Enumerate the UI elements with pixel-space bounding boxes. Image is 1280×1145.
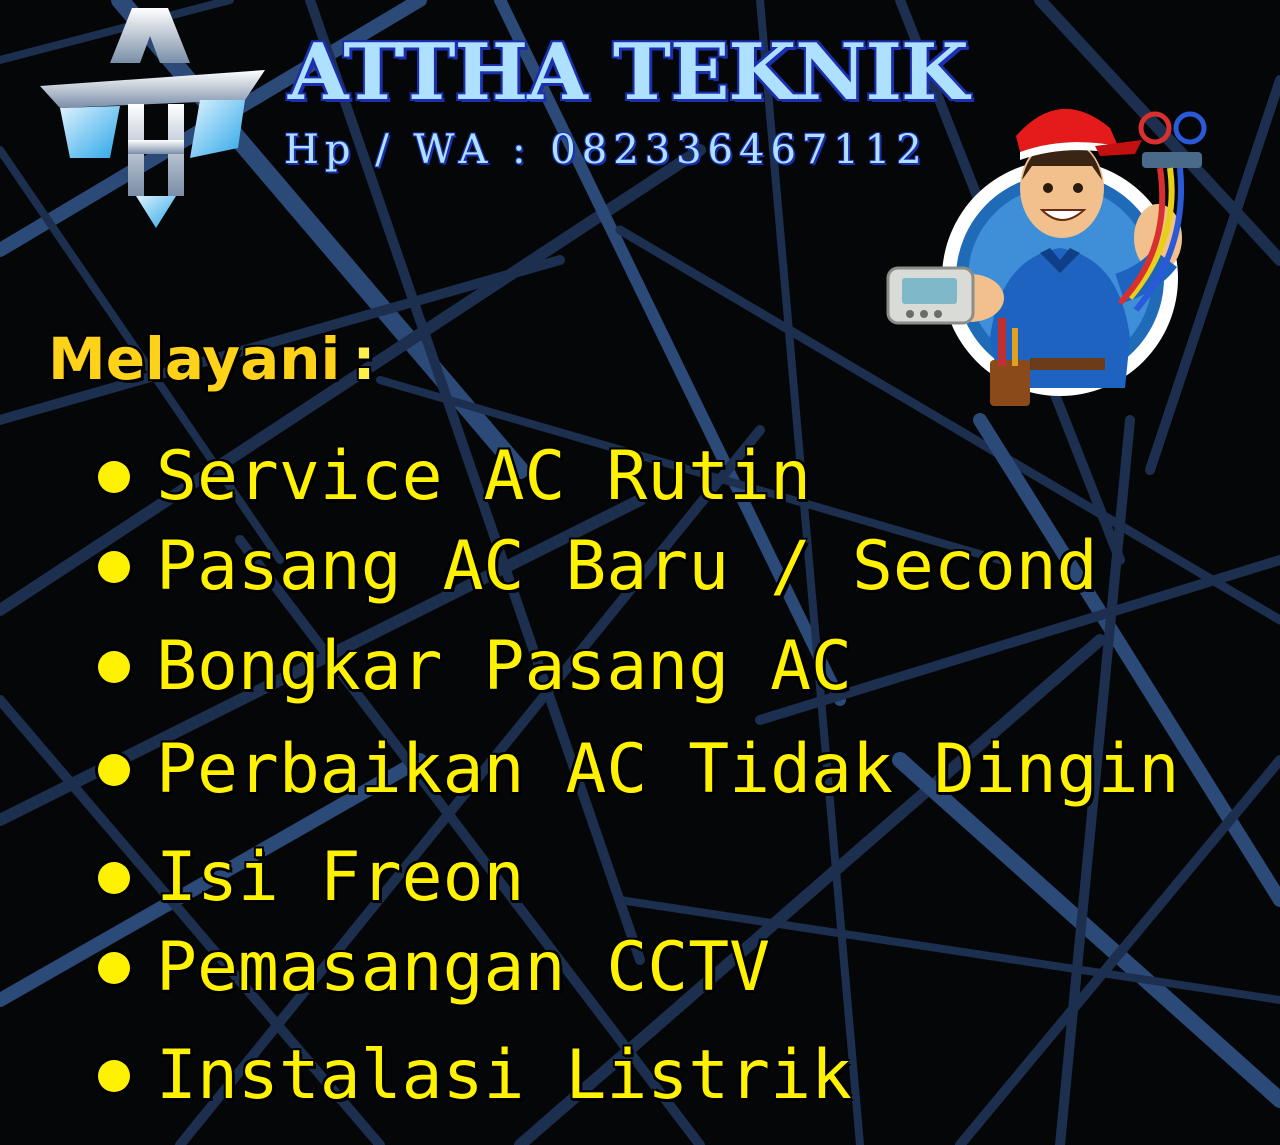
service-label: Instalasi Listrik bbox=[156, 1036, 852, 1115]
list-item: Instalasi Listrik bbox=[98, 1036, 852, 1116]
service-label: Service AC Rutin bbox=[156, 437, 812, 516]
mascot bbox=[880, 88, 1215, 418]
bullet-icon bbox=[98, 952, 130, 984]
list-item: Perbaikan AC Tidak Dingin bbox=[98, 730, 1180, 810]
bullet-icon bbox=[98, 461, 130, 493]
brand-contact-phone: Hp / WA : 082336467112 bbox=[284, 127, 928, 173]
services-heading-colon: : bbox=[352, 325, 376, 393]
services-heading: Melayani: bbox=[48, 330, 376, 388]
list-item: Pasang AC Baru / Second bbox=[98, 527, 1098, 607]
service-label: Pasang AC Baru / Second bbox=[156, 527, 1098, 606]
list-item: Pemasangan CCTV bbox=[98, 928, 770, 1008]
list-item: Bongkar Pasang AC bbox=[98, 627, 852, 707]
ath-monogram-icon bbox=[40, 8, 265, 228]
logo bbox=[40, 8, 270, 228]
service-label: Isi Freon bbox=[156, 838, 525, 917]
bullet-icon bbox=[98, 862, 130, 894]
list-item: Isi Freon bbox=[98, 838, 524, 918]
technician-mascot-icon bbox=[886, 108, 1207, 406]
bullet-icon bbox=[98, 551, 130, 583]
bullet-icon bbox=[98, 651, 130, 683]
bullet-icon bbox=[98, 754, 130, 786]
list-item: Service AC Rutin bbox=[98, 437, 811, 517]
service-label: Perbaikan AC Tidak Dingin bbox=[156, 730, 1180, 809]
services-heading-label: Melayani bbox=[48, 325, 341, 393]
brand-title: ATTHA TEKNIK bbox=[288, 27, 969, 118]
bullet-icon bbox=[98, 1060, 130, 1092]
service-label: Bongkar Pasang AC bbox=[156, 627, 852, 706]
service-label: Pemasangan CCTV bbox=[156, 928, 771, 1007]
